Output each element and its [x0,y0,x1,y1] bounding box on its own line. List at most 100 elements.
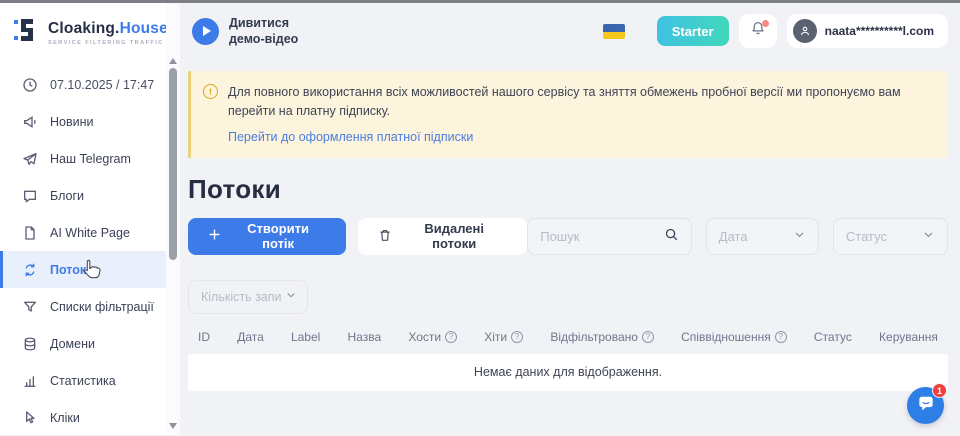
sidebar-item-news[interactable]: Новини [0,103,166,140]
language-flag-ukraine[interactable] [603,24,625,39]
chevron-down-icon [793,228,806,244]
trash-icon [378,228,392,245]
brand-name: Cloaking.House SERVICE FILTERING TRAFFIC [48,20,168,46]
brand-tagline: SERVICE FILTERING TRAFFIC [48,40,168,46]
main-content: Дивитися демо-відео Starter naata*******… [180,3,960,435]
sidebar-item-label: 07.10.2025 / 17:47 [50,78,154,92]
chevron-down-icon [922,228,935,244]
column-label: Назва [348,330,382,344]
sidebar-item-domains[interactable]: Домени [0,325,166,362]
date-filter-label: Дата [719,229,748,244]
subscribe-link[interactable]: Перейти до оформлення платної підписки [228,130,473,144]
column-header-ratio: Співвідношення? [681,330,787,344]
per-page-select[interactable]: Кількість запи [188,280,308,314]
sidebar-item-clicks[interactable]: Кліки [0,399,166,436]
table-header-row: ID Дата Label Назва Хости? Хіти? Відфіль… [188,330,948,344]
brand-name-primary: Cloaking. [48,20,120,37]
column-label: ID [198,330,210,344]
toolbar: Створити потік Видалені потоки Дата Стат… [188,218,948,255]
sidebar-scrollbar[interactable] [166,3,180,435]
banner-body: Для повного використання всіх можливосте… [228,83,928,146]
scrollbar-thumb[interactable] [169,68,177,260]
search-input[interactable] [540,229,650,244]
deleted-flows-label: Видалені потоки [401,221,507,251]
bar-chart-icon [21,372,38,389]
column-label: Співвідношення [681,330,771,344]
sidebar-nav: 07.10.2025 / 17:47 Новини Наш Telegram Б… [0,66,166,436]
sidebar-item-label: Наш Telegram [50,152,131,166]
column-header-hits: Хіти? [484,330,523,344]
window-top-border [0,0,960,3]
search-icon[interactable] [664,227,679,245]
sidebar-item-flows[interactable]: Потоки [0,251,166,288]
sidebar-item-label: Блоги [50,189,84,203]
help-icon[interactable]: ? [511,331,523,343]
column-label: Статус [814,330,852,344]
sidebar-item-label: Списки фільтрації [50,300,154,314]
chat-widget-button[interactable]: 1 [907,387,944,424]
demo-video-label[interactable]: Дивитися демо-відео [229,15,321,48]
chat-unread-badge: 1 [932,383,947,398]
play-demo-button[interactable] [192,18,219,45]
sidebar-item-blogs[interactable]: Блоги [0,177,166,214]
column-header-manage: Керування [879,330,938,344]
user-email: naata**********l.com [825,24,934,38]
plan-badge[interactable]: Starter [657,16,729,46]
clock-icon [21,76,38,93]
column-header-date: Дата [237,330,264,344]
help-icon[interactable]: ? [642,331,654,343]
paper-plane-icon [21,150,38,167]
column-header-status: Статус [814,330,852,344]
brand-logo[interactable]: Cloaking.House SERVICE FILTERING TRAFFIC [0,3,166,60]
flag-yellow-stripe [603,32,625,39]
column-label: Хости [408,330,441,344]
funnel-icon [21,298,38,315]
per-page-label: Кількість запи [201,290,282,304]
page-title: Потоки [188,174,960,205]
sync-icon [21,261,38,278]
sidebar-item-label: Статистика [50,374,116,388]
chat-icon [916,393,936,418]
header-right-group: Starter naata**********l.com [603,14,948,48]
help-icon[interactable]: ? [775,331,787,343]
cursor-icon [21,409,38,426]
search-box[interactable] [527,218,692,255]
column-label: Хіти [484,330,507,344]
deleted-flows-button[interactable]: Видалені потоки [358,218,527,255]
brand-logo-icon [14,17,40,48]
help-icon[interactable]: ? [445,331,457,343]
notifications-button[interactable] [739,14,777,48]
chevron-down-icon [285,289,297,304]
status-filter-select[interactable]: Статус [833,218,948,255]
create-flow-label: Створити потік [230,221,326,251]
database-icon [21,335,38,352]
sidebar-item-label: Кліки [50,411,80,425]
sidebar-item-statistics[interactable]: Статистика [0,362,166,399]
sidebar-item-label: AI White Page [50,226,130,240]
sidebar-item-label: Новини [50,115,94,129]
scroll-down-arrow-icon[interactable] [169,423,177,429]
plus-icon [208,228,221,244]
banner-text: Для повного використання всіх можливосте… [228,83,928,121]
sidebar-item-label: Домени [50,337,95,351]
scroll-up-arrow-icon[interactable] [169,58,177,64]
sidebar-item-ai-white-page[interactable]: AI White Page [0,214,166,251]
user-account-button[interactable]: naata**********l.com [787,14,948,48]
sidebar-item-filter-lists[interactable]: Списки фільтрації [0,288,166,325]
trial-warning-banner: ! Для повного використання всіх можливос… [188,71,948,158]
column-label: Відфільтровано [550,330,638,344]
chat-bubble-icon [21,187,38,204]
status-filter-label: Статус [846,229,887,244]
column-label: Label [291,330,320,344]
play-icon [203,26,211,36]
date-filter-select[interactable]: Дата [706,218,819,255]
column-header-name: Назва [348,330,382,344]
flag-blue-stripe [603,24,625,32]
sidebar-item-label: Потоки [50,263,94,277]
create-flow-button[interactable]: Створити потік [188,218,346,255]
document-icon [21,224,38,241]
sidebar-item-telegram[interactable]: Наш Telegram [0,140,166,177]
column-header-id: ID [198,330,210,344]
column-header-filtered: Відфільтровано? [550,330,654,344]
megaphone-icon [21,113,38,130]
